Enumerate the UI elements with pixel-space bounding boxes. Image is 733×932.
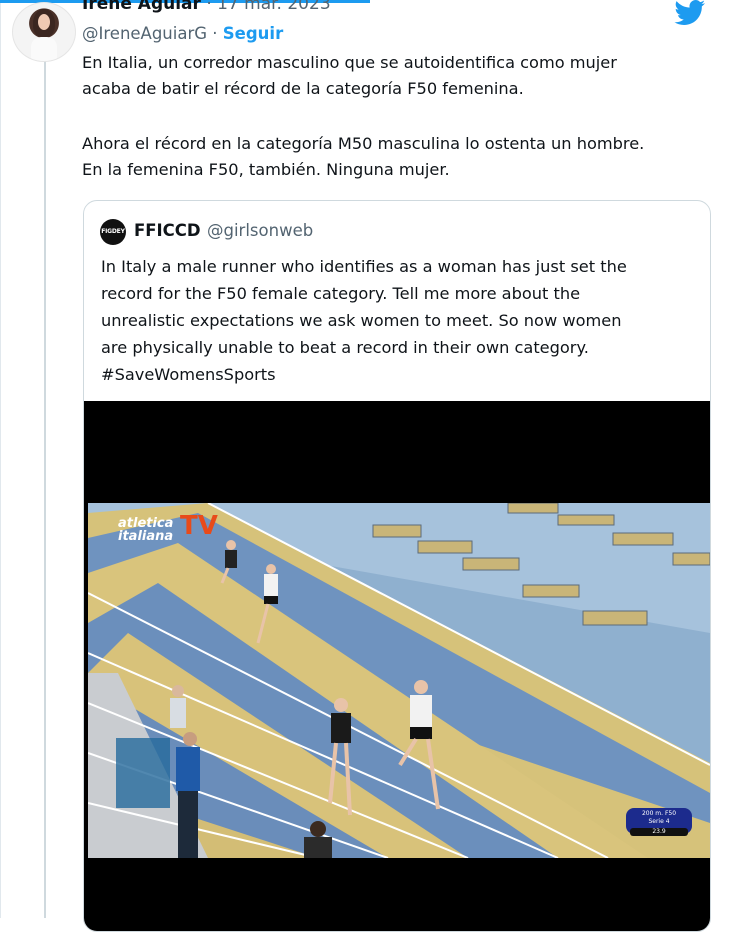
left-border bbox=[0, 0, 1, 918]
video-frame: atletica italiana TV 200 m. F50 Serie 4 … bbox=[88, 503, 710, 858]
tweet-text-line-1: En Italia, un corredor masculino que se … bbox=[82, 53, 617, 72]
quote-text-line-2: record for the F50 female category. Tell… bbox=[101, 284, 581, 303]
tweet-date[interactable]: · 17 mar. 2023 bbox=[206, 0, 330, 14]
quote-text-line-4: are physically unable to beat a record i… bbox=[101, 338, 589, 357]
follow-button[interactable]: Seguir bbox=[223, 24, 283, 43]
avatar-body bbox=[31, 37, 57, 61]
logo-tv: TV bbox=[180, 511, 218, 541]
scoreboard-value: 23.9 bbox=[630, 828, 688, 836]
tweet-text-line-2: acaba de batir el récord de la categoría… bbox=[82, 79, 524, 98]
quote-avatar[interactable]: FIGDEY bbox=[100, 219, 126, 245]
handle-row: @IreneAguiarG · Seguir bbox=[82, 24, 283, 43]
video-player[interactable]: atletica italiana TV 200 m. F50 Serie 4 … bbox=[84, 401, 710, 931]
quote-text-line-1: In Italy a male runner who identifies as… bbox=[101, 257, 627, 276]
scoreboard-line-1: 200 m. F50 bbox=[641, 810, 677, 817]
tweet-text-line-4: En la femenina F50, también. Ninguna muj… bbox=[82, 160, 450, 179]
channel-logo: atletica italiana TV bbox=[118, 513, 218, 544]
race-scoreboard: 200 m. F50 Serie 4 23.9 bbox=[626, 808, 692, 836]
logo-line-2: italiana bbox=[118, 529, 174, 544]
author-name[interactable]: Irene Aguiar bbox=[82, 0, 201, 14]
scoreboard-line-2: Serie 4 bbox=[648, 818, 670, 825]
thread-line bbox=[44, 58, 46, 918]
quote-author-handle[interactable]: @girlsonweb bbox=[207, 221, 313, 240]
separator: · bbox=[207, 24, 223, 43]
avatar[interactable] bbox=[12, 2, 76, 62]
twitter-bird-icon[interactable] bbox=[673, 0, 707, 26]
quoted-tweet[interactable]: FIGDEY FFICCD @girlsonweb In Italy a mal… bbox=[83, 200, 711, 932]
avatar-face bbox=[38, 14, 50, 30]
quote-text-line-3: unrealistic expectations we ask women to… bbox=[101, 311, 622, 330]
tweet-text-line-3: Ahora el récord en la categoría M50 masc… bbox=[82, 134, 645, 153]
track-scene bbox=[88, 503, 710, 858]
hashtag-link[interactable]: #SaveWomensSports bbox=[101, 361, 276, 388]
author-row: Irene Aguiar · 17 mar. 2023 bbox=[82, 0, 331, 14]
quote-author-name[interactable]: FFICCD bbox=[134, 221, 201, 240]
author-handle[interactable]: @IreneAguiarG bbox=[82, 24, 207, 43]
